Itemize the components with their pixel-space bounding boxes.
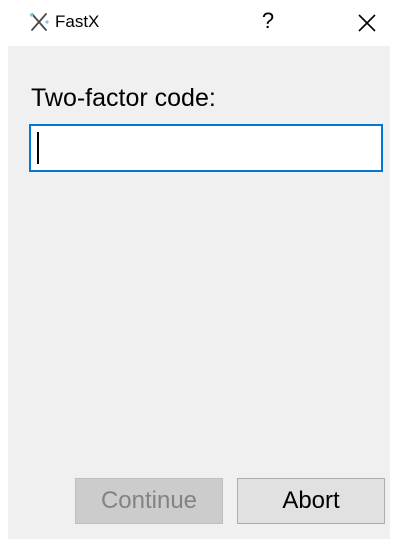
help-button[interactable]: ? bbox=[255, 4, 281, 38]
continue-button[interactable]: Continue bbox=[75, 478, 223, 524]
close-icon bbox=[358, 14, 376, 32]
fastx-dialog-window: FastX ? Two-factor code: Continue Abort bbox=[0, 0, 398, 547]
window-title: FastX bbox=[55, 12, 100, 31]
close-button[interactable] bbox=[352, 8, 382, 38]
text-caret bbox=[37, 132, 39, 164]
two-factor-code-label: Two-factor code: bbox=[31, 84, 216, 112]
fastx-logo-icon bbox=[29, 13, 49, 31]
two-factor-code-input[interactable] bbox=[29, 124, 383, 172]
dialog-body: Two-factor code: Continue Abort bbox=[8, 46, 390, 539]
abort-button[interactable]: Abort bbox=[237, 478, 385, 524]
title-bar: FastX ? bbox=[0, 0, 398, 46]
